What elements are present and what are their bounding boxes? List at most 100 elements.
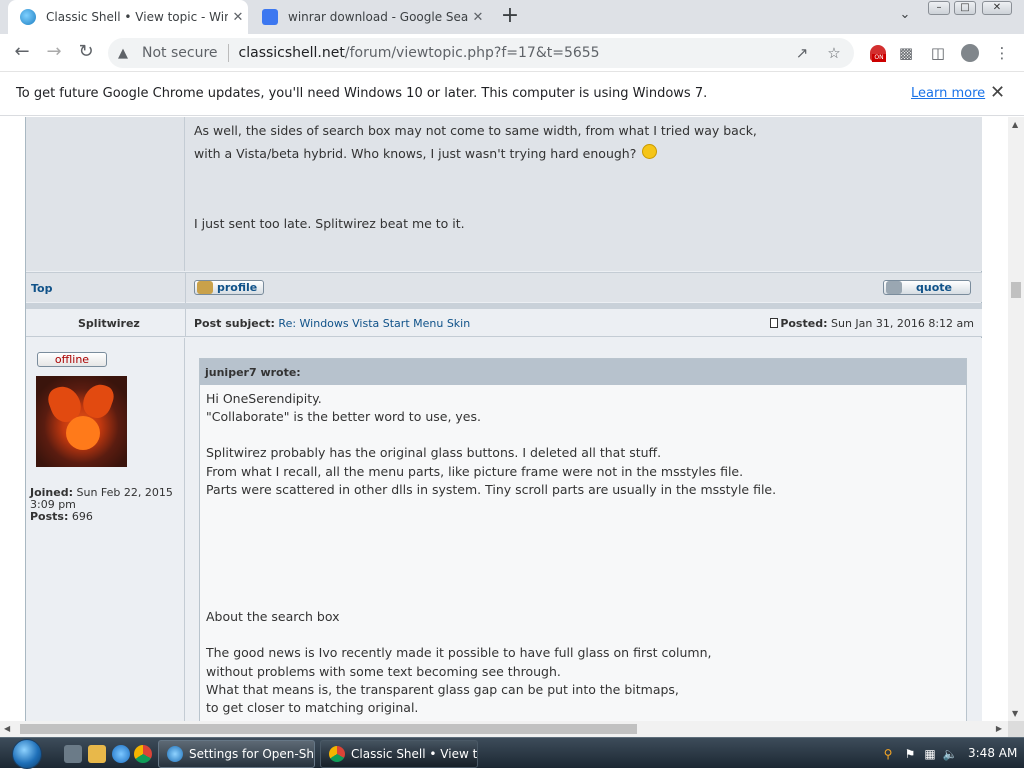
taskbar-item-settings[interactable]: Settings for Open-Sh... [158,740,315,768]
star-icon[interactable]: ☆ [824,43,844,63]
santa-extension-icon[interactable]: ON [868,43,888,63]
scroll-right-icon[interactable]: ▶ [996,724,1002,733]
quote-line: "Collaborate" is the better word to use,… [206,409,481,424]
vertical-scroll-thumb[interactable] [1011,282,1021,298]
open-shell-icon [167,746,183,762]
taskbar-item-label: Classic Shell • View t... [351,747,478,761]
search-icon[interactable]: ⚲ [880,746,896,762]
sidepanel-icon[interactable]: ◫ [928,43,948,63]
reload-button[interactable]: ↻ [74,41,98,65]
windows-orb-icon [12,739,42,769]
warning-icon[interactable]: ▲ [118,46,134,61]
scroll-up-icon[interactable]: ▲ [1012,120,1018,129]
avatar [36,376,127,467]
profile-label: profile [217,281,258,294]
tab-classic-shell[interactable]: Classic Shell • View topic - Windows ✕ [8,0,248,34]
scroll-left-icon[interactable]: ◀ [4,724,10,733]
tab-strip: Classic Shell • View topic - Windows ✕ w… [0,0,1024,34]
windows-taskbar: Settings for Open-Sh... Classic Shell • … [0,737,1024,769]
omnibox-divider [227,44,229,62]
back-button[interactable]: ← [10,41,34,65]
explorer-icon[interactable] [88,745,106,763]
quote-line: Hi OneSerendipity. [206,391,322,406]
post1-line: As well, the sides of search box may not… [194,123,757,138]
quote-line: to get closer to matching original. [206,700,419,715]
scroll-down-icon[interactable]: ▼ [1012,709,1018,718]
column-divider [185,309,186,337]
chrome-icon[interactable] [134,745,152,763]
minimize-button[interactable]: – [928,1,950,15]
tab-close-icon[interactable]: ✕ [468,10,488,25]
account-icon[interactable] [960,43,980,63]
post2-author-column: offline Joined: Sun Feb 22, 2015 3:09 pm… [26,338,185,721]
start-button[interactable] [8,738,48,769]
quote-line: Parts were scattered in other dlls in sy… [206,482,777,497]
show-desktop-icon[interactable] [64,745,82,763]
post1-author-column [26,117,185,271]
security-label[interactable]: Not secure [142,45,218,61]
quote-line: Splitwirez probably has the original gla… [206,445,662,460]
update-infobar: To get future Google Chrome updates, you… [0,72,1024,116]
scrollbar-corner [1008,721,1024,737]
puzzle-icon[interactable]: ▩ [896,43,916,63]
post1-body: As well, the sides of search box may not… [185,117,982,271]
taskbar-clock[interactable]: 3:48 AM [968,746,1017,760]
action-center-flag-icon[interactable]: ⚑ [902,746,918,762]
url-path: /forum/viewtopic.php?f=17&t=5655 [344,45,600,61]
quote-box: juniper7 wrote: Hi OneSerendipity. "Coll… [199,358,967,721]
horizontal-scrollbar[interactable]: ◀ ▶ [0,721,1008,737]
url-text[interactable]: classicshell.net/forum/viewtopic.php?f=1… [239,45,600,61]
post-subject: Post subject: Re: Windows Vista Start Me… [194,317,471,330]
quote-line: The good news is Ivo recently made it po… [206,645,712,660]
maximize-button[interactable]: □ [954,1,976,15]
volume-icon[interactable]: 🔈 [942,746,958,762]
quote-line: without problems with some text becoming… [206,664,561,679]
quote-button[interactable]: quote [883,280,971,295]
chrome-icon [329,746,345,762]
address-bar[interactable]: ▲ Not secure classicshell.net/forum/view… [108,38,854,68]
status-badge: offline [37,352,107,367]
post-doc-icon[interactable] [770,318,779,328]
horizontal-scroll-thumb[interactable] [20,724,637,734]
tab-title: winrar download - Google Search [288,10,468,24]
post1-footer: Top profile quote [26,272,982,303]
page-content: As well, the sides of search box may not… [0,117,1008,721]
top-link[interactable]: Top [31,282,52,295]
browser-toolbar: ← → ↻ ▲ Not secure classicshell.net/foru… [0,34,1024,72]
menu-icon[interactable]: ⋮ [992,43,1012,63]
taskbar-item-chrome[interactable]: Classic Shell • View t... [320,740,478,768]
new-tab-button[interactable]: + [498,5,522,29]
quote-header: juniper7 wrote: [200,359,966,385]
close-window-button[interactable]: ✕ [982,1,1012,15]
tab-google-search[interactable]: winrar download - Google Search ✕ [250,0,488,34]
share-icon[interactable]: ↗ [792,43,812,63]
profile-icon [197,281,213,294]
forward-button[interactable]: → [42,41,66,65]
post-subject-link[interactable]: Re: Windows Vista Start Menu Skin [278,317,470,330]
quote-line: About the search box [206,609,340,624]
tab-search-icon[interactable]: ⌄ [896,7,914,25]
vertical-scrollbar[interactable]: ▲ ▼ [1008,117,1024,721]
globe-favicon-icon [20,9,36,25]
ie-icon[interactable] [112,745,130,763]
tab-title: Classic Shell • View topic - Windows [46,10,228,24]
smiley-icon [642,144,658,159]
column-divider [185,273,186,303]
quote-label: quote [916,281,952,294]
url-host: classicshell.net [238,45,345,61]
infobar-close-icon[interactable]: ✕ [990,82,1005,103]
network-icon[interactable]: ▦ [922,746,938,762]
google-favicon-icon [262,9,278,25]
post1-line: I just sent too late. Splitwirez beat me… [194,216,465,231]
learn-more-link[interactable]: Learn more [911,86,985,101]
quote-line: From what I recall, all the menu parts, … [206,464,744,479]
quote-line: What that means is, the transparent glas… [206,682,679,697]
post-count: Posts: 696 [30,510,93,523]
quote-icon [886,281,902,294]
tab-close-icon[interactable]: ✕ [228,10,248,25]
post2-header: Splitwirez Post subject: Re: Windows Vis… [26,309,982,337]
profile-button[interactable]: profile [194,280,264,295]
post-date: Posted: Sun Jan 31, 2016 8:12 am [770,317,974,330]
infobar-message: To get future Google Chrome updates, you… [16,86,708,101]
post-author[interactable]: Splitwirez [78,317,140,330]
